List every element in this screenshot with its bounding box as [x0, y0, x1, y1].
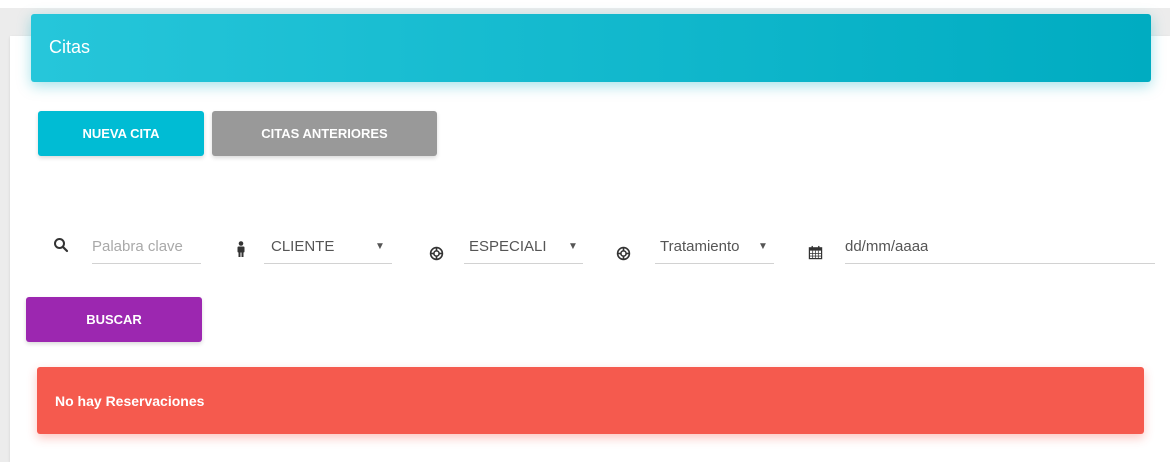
caret-down-icon: ▼ [758, 241, 768, 252]
treatment-select-value: Tratamiento [660, 238, 740, 255]
search-button[interactable]: BUSCAR [26, 297, 202, 342]
caret-down-icon: ▼ [568, 241, 578, 252]
top-strip [0, 0, 1170, 8]
caret-down-icon: ▼ [375, 241, 385, 252]
new-appointment-button[interactable]: NUEVA CITA [38, 111, 204, 156]
keyword-input[interactable]: Palabra clave [92, 234, 201, 264]
client-select-value: CLIENTE [271, 238, 335, 255]
date-input[interactable]: dd/mm/aaaa [845, 234, 1155, 264]
page-header: Citas [31, 14, 1151, 82]
search-icon [53, 237, 69, 258]
alert-message: No hay Reservaciones [55, 393, 205, 409]
lifebuoy-icon [429, 246, 444, 266]
date-placeholder: dd/mm/aaaa [845, 238, 929, 255]
client-select[interactable]: CLIENTE ▼ [264, 234, 392, 264]
page-title: Citas [49, 37, 91, 57]
keyword-placeholder: Palabra clave [92, 238, 183, 255]
treatment-select[interactable]: Tratamiento ▼ [655, 234, 774, 264]
previous-appointments-button[interactable]: CITAS ANTERIORES [212, 111, 437, 156]
person-icon [236, 241, 246, 262]
specialty-select-value: ESPECIALI [469, 238, 547, 255]
empty-alert: No hay Reservaciones [37, 367, 1144, 434]
lifebuoy-icon [616, 246, 631, 266]
specialty-select[interactable]: ESPECIALI ▼ [464, 234, 583, 264]
calendar-icon [808, 245, 823, 265]
